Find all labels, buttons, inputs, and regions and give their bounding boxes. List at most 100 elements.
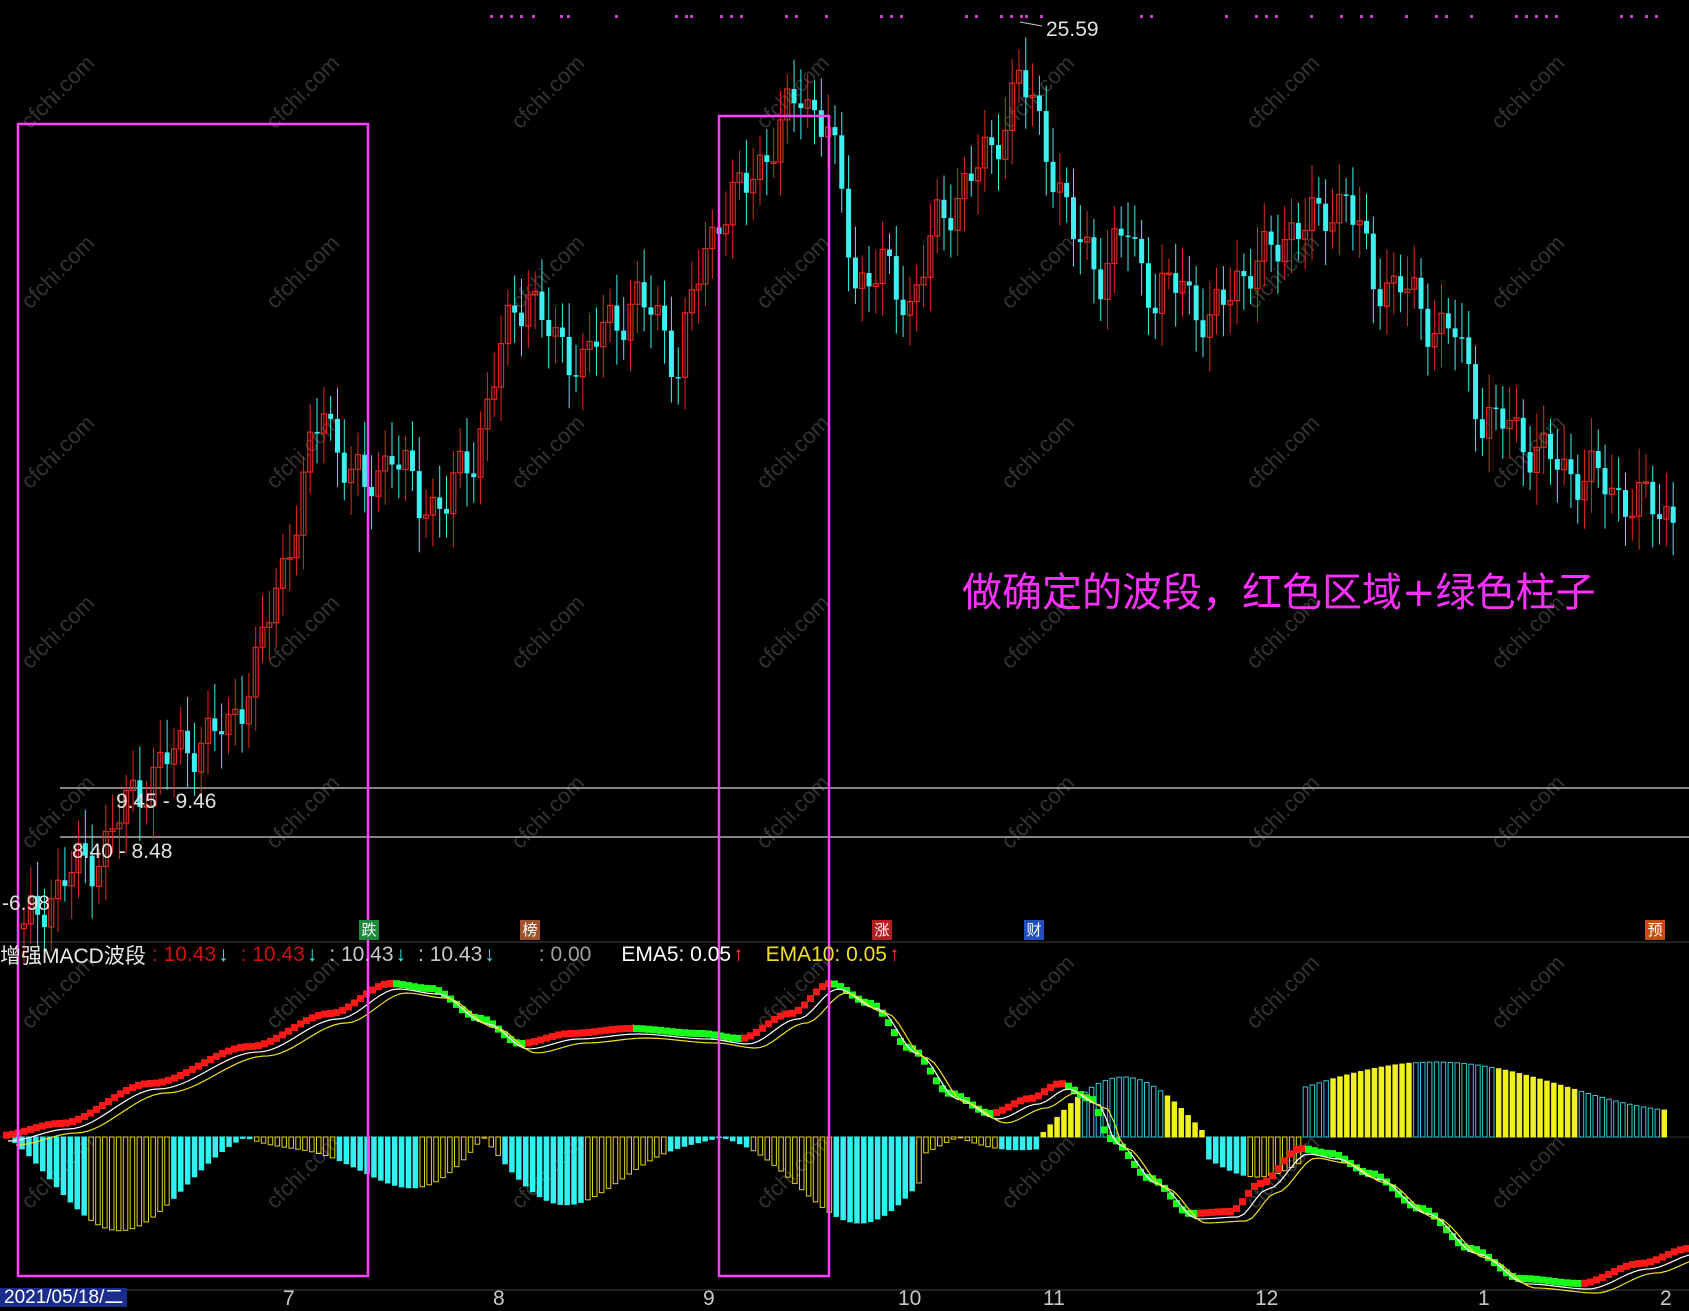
macd-step-red [3,1131,10,1139]
macd-step-green [939,1085,946,1093]
candle-body-down [1575,474,1581,500]
histogram-bar-negative [571,1136,577,1205]
histogram-bar-negative [46,1136,53,1180]
macd-step-red [765,1020,772,1028]
histogram-bar-positive [1164,1095,1171,1138]
top-marker-dot [490,15,493,18]
histogram-bar-positive [1178,1108,1184,1138]
candle-body-down [1452,328,1458,338]
watermark-text: cfchi.com [261,230,344,313]
macd-step-red [1053,1080,1060,1088]
macd-step-green [723,1033,730,1041]
event-marker-die[interactable]: 跌 [359,920,379,940]
macd-step-red [357,995,364,1002]
histogram-bar-positive [1523,1074,1529,1138]
macd-step-green [1335,1152,1342,1160]
macd-step-green [687,1029,694,1037]
event-marker-yu[interactable]: 预 [1645,920,1665,940]
histogram-bar-positive [1157,1090,1164,1138]
macd-step-red [105,1098,112,1106]
histogram-bar-positive [1047,1124,1053,1138]
top-marker-dot [1515,15,1518,18]
top-marker-dot [1040,15,1043,18]
histogram-bar-positive [1144,1082,1150,1138]
histogram-bar-positive [1137,1079,1143,1138]
macd-step-red [1683,1245,1689,1253]
macd-step-green [411,983,418,991]
candle-body-down [1670,506,1676,523]
candle-body-down [791,88,797,104]
candle-body-down [1398,276,1404,293]
macd-step-red [117,1090,124,1098]
histogram-bar-negative [861,1136,867,1224]
histogram-bar-positive [1454,1062,1460,1138]
histogram-bar-negative [647,1136,653,1162]
event-marker-zhang[interactable]: 涨 [872,920,892,940]
macd-step-red [135,1081,142,1089]
histogram-bar-negative [536,1136,543,1198]
macd-step-red [741,1034,748,1042]
histogram-bar-positive [1130,1077,1136,1138]
histogram-bar-negative [592,1136,598,1198]
macd-step-red [993,1109,1000,1117]
indicator-value-1: : 10.43 [151,943,217,966]
macd-step-red [9,1130,16,1138]
indicator-arrow-4: ↓ [484,943,495,966]
histogram-bar-negative [26,1136,32,1157]
histogram-bar-negative [398,1136,405,1188]
histogram-bar-positive [1613,1100,1619,1138]
macd-step-green [639,1025,646,1033]
candle-body-down [996,145,1002,160]
histogram-bar-positive [1558,1084,1564,1138]
event-marker-cai[interactable]: 财 [1024,920,1044,940]
histogram-bar-negative [923,1136,929,1154]
histogram-bar-positive [1330,1078,1336,1138]
histogram-bar-negative [978,1136,984,1146]
top-marker-dot [795,15,798,18]
macd-step-green [735,1034,742,1042]
histogram-bar-negative [419,1136,425,1188]
histogram-bar-negative [1033,1136,1040,1150]
histogram-bar-negative [1012,1136,1019,1151]
histogram-bar-positive [1495,1068,1502,1138]
top-marker-dot [900,15,903,18]
histogram-bar-negative [454,1136,460,1168]
histogram-bar-negative [460,1136,467,1161]
top-marker-dot [685,15,688,18]
histogram-bar-negative [233,1136,239,1143]
histogram-bar-positive [1640,1106,1647,1138]
candle-body-down [1527,452,1533,473]
histogram-bar-positive [1171,1101,1178,1138]
histogram-bar-negative [543,1136,550,1201]
histogram-bar-positive [1654,1108,1661,1138]
histogram-bar-negative [723,1136,729,1139]
top-marker-dot [1275,15,1278,18]
candle-body-down [593,341,599,347]
top-marker-dot [1435,15,1438,18]
candle-body-down [1077,239,1083,243]
macd-step-red [555,1031,562,1039]
macd-step-red [1635,1260,1642,1268]
top-marker-dot [1370,15,1373,18]
macd-step-red [1653,1256,1660,1264]
histogram-bar-negative [971,1136,977,1144]
macd-step-green [1557,1278,1564,1286]
macd-step-red [591,1028,598,1036]
histogram-bar-negative [888,1136,895,1212]
macd-step-red [807,995,814,1002]
histogram-bar-negative [219,1136,225,1152]
macd-step-green [711,1031,718,1039]
candle-body-down [41,914,47,928]
macd-step-green [729,1034,736,1042]
macd-step-red [285,1027,292,1035]
event-marker-bang[interactable]: 榜 [520,920,540,940]
histogram-bar-negative [1226,1136,1233,1171]
histogram-bar-positive [1564,1086,1571,1138]
histogram-bar-negative [985,1136,991,1148]
histogram-bar-negative [709,1136,715,1140]
watermark-text: cfchi.com [506,770,589,853]
candle-body-down [743,172,749,193]
macd-step-green [435,987,442,995]
macd-step-red [585,1028,592,1036]
macd-step-red [609,1026,616,1034]
